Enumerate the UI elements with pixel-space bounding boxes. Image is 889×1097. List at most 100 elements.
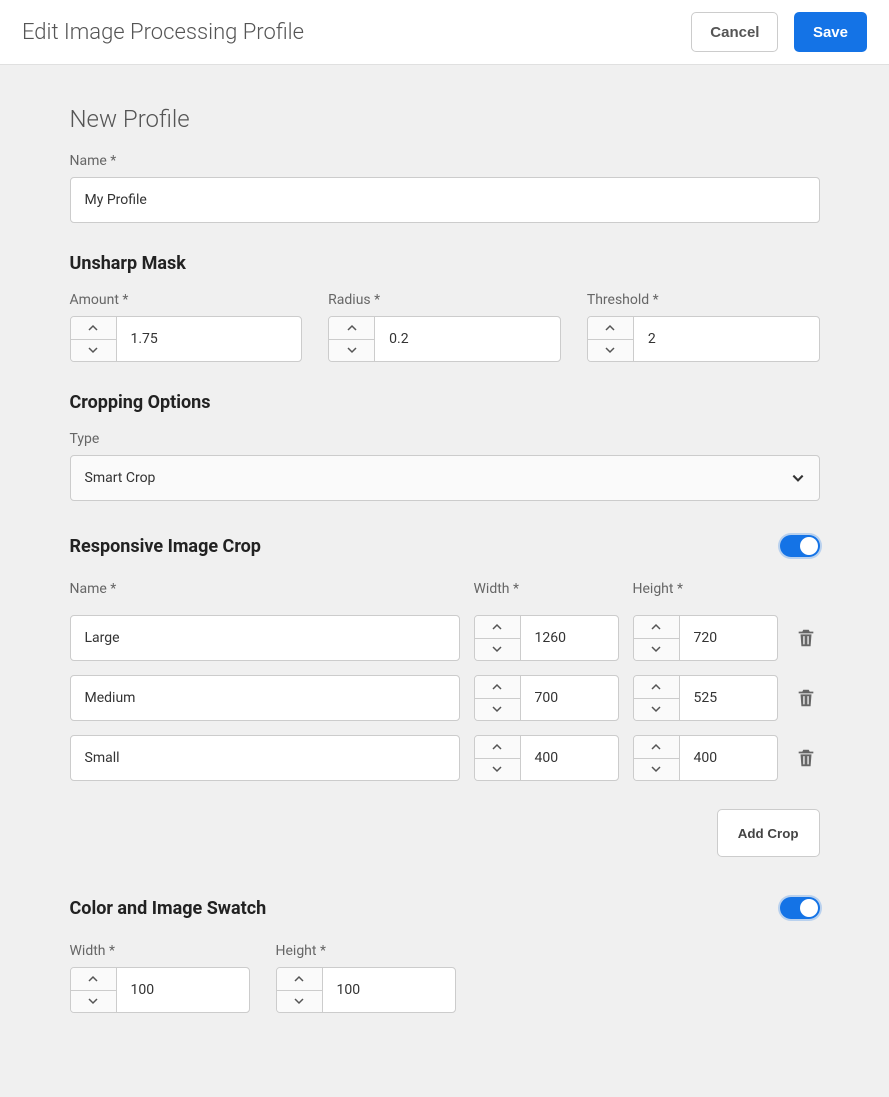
delete-crop-button[interactable] <box>795 627 817 649</box>
cancel-button[interactable]: Cancel <box>691 12 778 52</box>
chevron-down-icon <box>491 643 503 655</box>
crop-height-step-down[interactable] <box>634 699 679 721</box>
save-button[interactable]: Save <box>794 12 867 52</box>
crop-width-step-up[interactable] <box>475 736 520 759</box>
crop-type-label: Type <box>70 431 820 447</box>
crop-width-step-down[interactable] <box>475 759 520 781</box>
crop-width-value: 400 <box>521 736 618 780</box>
threshold-stepper[interactable]: 2 <box>587 316 820 362</box>
swatch-height-value: 100 <box>323 968 455 1012</box>
crop-name-input[interactable]: Medium <box>70 675 460 721</box>
color-swatch-toggle[interactable] <box>780 897 820 919</box>
radius-step-up[interactable] <box>329 317 374 340</box>
crop-width-stepper[interactable]: 1260 <box>474 615 619 661</box>
trash-icon <box>795 687 817 709</box>
crop-row: Large 1260 720 <box>70 615 820 661</box>
name-label: Name * <box>70 153 820 169</box>
chevron-up-icon <box>604 322 616 334</box>
crop-row: Small 400 400 <box>70 735 820 781</box>
delete-crop-button[interactable] <box>795 687 817 709</box>
chevron-up-icon <box>87 973 99 985</box>
chevron-down-icon <box>87 344 99 356</box>
threshold-step-up[interactable] <box>588 317 633 340</box>
crop-height-step-up[interactable] <box>634 676 679 699</box>
chevron-up-icon <box>650 681 662 693</box>
crop-width-step-down[interactable] <box>475 699 520 721</box>
crop-height-step-down[interactable] <box>634 759 679 781</box>
chevron-down-icon <box>87 995 99 1007</box>
crop-width-value: 1260 <box>521 616 618 660</box>
swatch-width-value: 100 <box>117 968 249 1012</box>
crop-height-header: Height * <box>633 581 778 597</box>
radius-stepper[interactable]: 0.2 <box>328 316 561 362</box>
delete-crop-button[interactable] <box>795 747 817 769</box>
crop-height-step-down[interactable] <box>634 639 679 661</box>
crop-height-value: 400 <box>680 736 777 780</box>
threshold-label: Threshold * <box>587 292 820 308</box>
crop-height-stepper[interactable]: 720 <box>633 615 778 661</box>
chevron-up-icon <box>491 681 503 693</box>
swatch-height-step-down[interactable] <box>277 991 322 1013</box>
crop-height-stepper[interactable]: 400 <box>633 735 778 781</box>
crop-width-step-up[interactable] <box>475 616 520 639</box>
crop-name-value: Medium <box>85 690 136 706</box>
radius-value: 0.2 <box>375 317 560 361</box>
chevron-up-icon <box>491 621 503 633</box>
crop-width-stepper[interactable]: 400 <box>474 735 619 781</box>
page-header: Edit Image Processing Profile Cancel Sav… <box>0 0 889 65</box>
section-new-profile: New Profile <box>70 105 820 133</box>
name-value: My Profile <box>85 192 147 208</box>
chevron-down-icon <box>650 643 662 655</box>
chevron-down-icon <box>346 344 358 356</box>
chevron-down-icon <box>650 703 662 715</box>
crop-name-value: Small <box>85 750 120 766</box>
name-input[interactable]: My Profile <box>70 177 820 223</box>
section-responsive-crop: Responsive Image Crop <box>70 536 261 557</box>
swatch-height-step-up[interactable] <box>277 968 322 991</box>
swatch-width-stepper[interactable]: 100 <box>70 967 250 1013</box>
crop-name-input[interactable]: Small <box>70 735 460 781</box>
crop-name-value: Large <box>85 630 120 646</box>
crop-width-value: 700 <box>521 676 618 720</box>
chevron-up-icon <box>650 621 662 633</box>
threshold-value: 2 <box>634 317 819 361</box>
section-unsharp-mask: Unsharp Mask <box>70 253 820 274</box>
threshold-step-down[interactable] <box>588 340 633 362</box>
crop-width-step-down[interactable] <box>475 639 520 661</box>
amount-stepper[interactable]: 1.75 <box>70 316 303 362</box>
crop-height-stepper[interactable]: 525 <box>633 675 778 721</box>
page-title: Edit Image Processing Profile <box>22 20 304 45</box>
swatch-height-stepper[interactable]: 100 <box>276 967 456 1013</box>
radius-step-down[interactable] <box>329 340 374 362</box>
amount-step-down[interactable] <box>71 340 116 362</box>
chevron-down-icon <box>791 471 805 485</box>
trash-icon <box>795 627 817 649</box>
crop-width-step-up[interactable] <box>475 676 520 699</box>
add-crop-button[interactable]: Add Crop <box>717 809 820 857</box>
crop-name-header: Name * <box>70 581 460 597</box>
crop-width-stepper[interactable]: 700 <box>474 675 619 721</box>
crop-height-step-up[interactable] <box>634 736 679 759</box>
amount-step-up[interactable] <box>71 317 116 340</box>
chevron-down-icon <box>293 995 305 1007</box>
chevron-down-icon <box>604 344 616 356</box>
crop-name-input[interactable]: Large <box>70 615 460 661</box>
chevron-down-icon <box>491 763 503 775</box>
crop-height-step-up[interactable] <box>634 616 679 639</box>
responsive-crop-toggle[interactable] <box>780 535 820 557</box>
crop-type-value: Smart Crop <box>85 470 156 486</box>
chevron-up-icon <box>650 741 662 753</box>
swatch-width-step-down[interactable] <box>71 991 116 1013</box>
crop-type-select[interactable]: Smart Crop <box>70 455 820 501</box>
section-cropping-options: Cropping Options <box>70 392 820 413</box>
swatch-width-step-up[interactable] <box>71 968 116 991</box>
radius-label: Radius * <box>328 292 561 308</box>
amount-label: Amount * <box>70 292 303 308</box>
crop-row: Medium 700 525 <box>70 675 820 721</box>
trash-icon <box>795 747 817 769</box>
header-actions: Cancel Save <box>691 12 867 52</box>
chevron-up-icon <box>346 322 358 334</box>
chevron-up-icon <box>87 322 99 334</box>
crop-width-header: Width * <box>474 581 619 597</box>
crop-height-value: 525 <box>680 676 777 720</box>
